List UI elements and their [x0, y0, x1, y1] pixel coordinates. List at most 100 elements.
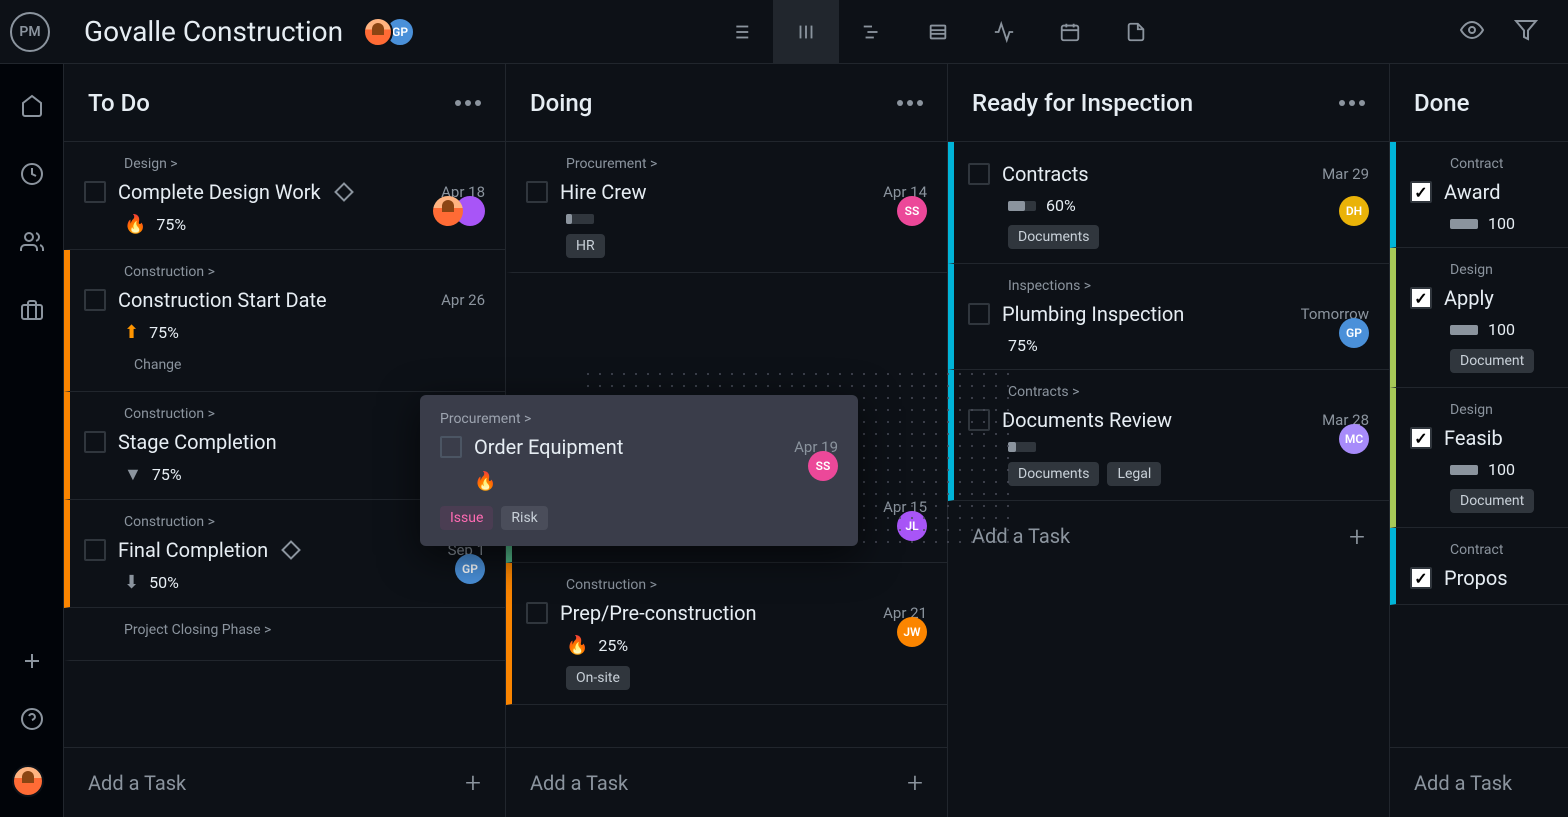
card-title: Stage Completion: [118, 430, 277, 454]
tag[interactable]: Change: [124, 353, 191, 377]
view-calendar-icon[interactable]: [1037, 0, 1103, 64]
view-tabs: [707, 0, 1169, 64]
filter-icon[interactable]: [1514, 18, 1538, 46]
card-category: Design >: [124, 156, 485, 172]
tag[interactable]: Document: [1450, 489, 1534, 513]
card-assignees[interactable]: DH: [1347, 196, 1369, 226]
card-category: Construction >: [566, 577, 927, 593]
task-checkbox[interactable]: [440, 436, 462, 458]
tag[interactable]: Legal: [1107, 462, 1161, 486]
card-percent: 50%: [149, 573, 179, 592]
priority-up-icon: ⬆: [124, 322, 139, 343]
card-percent: 100: [1488, 460, 1515, 479]
recent-icon[interactable]: [20, 162, 44, 190]
card-percent: 60%: [1046, 196, 1076, 215]
view-gantt-icon[interactable]: [839, 0, 905, 64]
card-assignees[interactable]: JW: [905, 617, 927, 647]
add-task-button[interactable]: Add a Task +: [64, 747, 505, 817]
home-icon[interactable]: [20, 94, 44, 122]
avatar-user1[interactable]: [363, 17, 393, 47]
more-icon[interactable]: [897, 100, 923, 106]
tag[interactable]: HR: [566, 234, 605, 258]
card-assignees[interactable]: SS: [905, 196, 927, 226]
tag-risk[interactable]: Risk: [501, 506, 547, 530]
visibility-icon[interactable]: [1460, 18, 1484, 46]
view-files-icon[interactable]: [1103, 0, 1169, 64]
task-checkbox[interactable]: [968, 163, 990, 185]
milestone-icon: [334, 182, 354, 202]
task-checkbox[interactable]: [84, 181, 106, 203]
board: To Do Design > Complete Design Work Apr …: [64, 64, 1568, 817]
card-assignees[interactable]: GP: [463, 554, 485, 584]
task-checkbox[interactable]: [1410, 427, 1432, 449]
avatar-ss[interactable]: SS: [808, 451, 838, 481]
dragging-card[interactable]: Procurement > Order Equipment Apr 19 🔥 I…: [420, 395, 858, 546]
card-assignees[interactable]: MC: [1347, 424, 1369, 454]
card-percent: 75%: [1008, 336, 1038, 355]
task-checkbox[interactable]: [84, 431, 106, 453]
task-card[interactable]: Design Feasib 100 Document: [1390, 388, 1568, 528]
avatar-gp[interactable]: GP: [1339, 318, 1369, 348]
view-activity-icon[interactable]: [971, 0, 1037, 64]
avatar-dh[interactable]: DH: [1339, 196, 1369, 226]
task-card[interactable]: Contracts > Documents Review Mar 28 Docu…: [948, 370, 1389, 501]
help-icon[interactable]: [20, 707, 44, 735]
task-card[interactable]: Design > Complete Design Work Apr 18 🔥 7…: [64, 142, 505, 250]
card-percent: 75%: [152, 465, 182, 484]
task-card[interactable]: Design Apply 100 Document: [1390, 248, 1568, 388]
more-icon[interactable]: [1339, 100, 1365, 106]
task-checkbox[interactable]: [526, 181, 548, 203]
add-task-button[interactable]: Add a Task +: [948, 501, 1389, 571]
card-title: Construction Start Date: [118, 288, 327, 312]
task-checkbox[interactable]: [968, 303, 990, 325]
task-card[interactable]: Contracts Mar 29 60% Documents DH: [948, 142, 1389, 264]
team-icon[interactable]: [20, 230, 44, 258]
task-card[interactable]: Construction > Construction Start Date A…: [64, 250, 505, 392]
avatar-gp[interactable]: GP: [455, 554, 485, 584]
task-card[interactable]: Inspections > Plumbing Inspection Tomorr…: [948, 264, 1389, 370]
more-icon[interactable]: [455, 100, 481, 106]
view-table-icon[interactable]: [905, 0, 971, 64]
card-title: Apply: [1444, 286, 1494, 310]
progress-bar: [1450, 465, 1478, 475]
header-avatars[interactable]: GP: [363, 17, 415, 47]
task-checkbox[interactable]: [526, 602, 548, 624]
task-card[interactable]: Contract Award 100: [1390, 142, 1568, 248]
task-checkbox[interactable]: [84, 289, 106, 311]
task-checkbox[interactable]: [84, 539, 106, 561]
portfolio-icon[interactable]: [20, 298, 44, 326]
column-title: To Do: [88, 89, 150, 117]
avatar-jw[interactable]: JW: [897, 617, 927, 647]
app-logo[interactable]: PM: [10, 12, 50, 52]
header: PM Govalle Construction GP: [0, 0, 1568, 64]
user-avatar[interactable]: [12, 765, 44, 797]
view-list-icon[interactable]: [707, 0, 773, 64]
avatar-ss[interactable]: SS: [897, 196, 927, 226]
tag[interactable]: Documents: [1008, 225, 1099, 249]
avatar-mc[interactable]: MC: [1339, 424, 1369, 454]
column-title: Ready for Inspection: [972, 89, 1193, 117]
column-header-doing: Doing: [506, 64, 947, 142]
priority-flame-icon: 🔥: [124, 214, 146, 235]
add-task-button[interactable]: Add a Task: [1390, 747, 1568, 817]
tag[interactable]: Document: [1450, 349, 1534, 373]
add-icon[interactable]: [20, 649, 44, 677]
card-percent: 100: [1488, 214, 1515, 233]
card-percent: 25%: [598, 636, 628, 655]
task-card[interactable]: Project Closing Phase >: [64, 608, 505, 661]
tag[interactable]: Documents: [1008, 462, 1099, 486]
task-card[interactable]: Construction > Prep/Pre-construction Apr…: [506, 563, 947, 705]
avatar[interactable]: [433, 196, 463, 226]
card-assignees[interactable]: [441, 196, 485, 226]
task-card[interactable]: Contract Propos: [1390, 528, 1568, 605]
task-checkbox[interactable]: [1410, 181, 1432, 203]
tag-issue[interactable]: Issue: [440, 506, 493, 530]
tag[interactable]: On-site: [566, 666, 630, 690]
task-checkbox[interactable]: [1410, 567, 1432, 589]
task-checkbox[interactable]: [1410, 287, 1432, 309]
card-assignees[interactable]: GP: [1347, 318, 1369, 348]
card-title: Final Completion: [118, 538, 268, 562]
add-task-button[interactable]: Add a Task +: [506, 747, 947, 817]
task-card[interactable]: Procurement > Hire Crew Apr 14 HR SS: [506, 142, 947, 273]
view-board-icon[interactable]: [773, 0, 839, 64]
